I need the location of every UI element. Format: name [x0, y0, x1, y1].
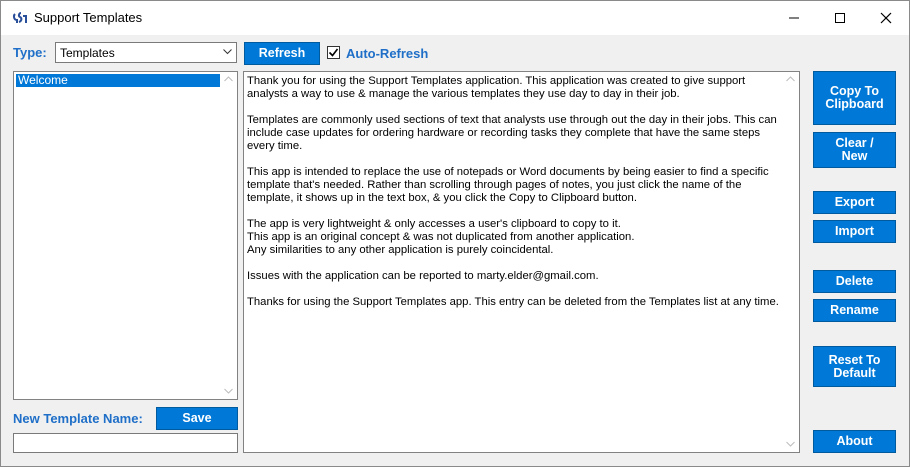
- close-icon: [880, 12, 892, 24]
- close-button[interactable]: [863, 1, 909, 35]
- template-text-box[interactable]: Thank you for using the Support Template…: [243, 71, 800, 453]
- copy-to-clipboard-button[interactable]: Copy To Clipboard: [813, 71, 896, 125]
- scroll-up-icon[interactable]: [224, 76, 233, 82]
- clear-new-button[interactable]: Clear / New: [813, 132, 896, 168]
- new-template-name-input[interactable]: [13, 433, 238, 453]
- app-window: Support Templates Type: Templates Refres…: [0, 0, 910, 467]
- export-button[interactable]: Export: [813, 191, 896, 214]
- reset-to-default-button[interactable]: Reset To Default: [813, 346, 896, 387]
- scroll-up-icon[interactable]: [786, 76, 795, 82]
- template-text-content[interactable]: Thank you for using the Support Template…: [247, 75, 779, 322]
- delete-button[interactable]: Delete: [813, 270, 896, 293]
- minimize-icon: [789, 17, 799, 19]
- save-button[interactable]: Save: [156, 407, 238, 430]
- minimize-button[interactable]: [771, 1, 817, 35]
- template-paragraph: Thank you for using the Support Template…: [247, 75, 746, 100]
- templates-list[interactable]: Welcome: [13, 71, 238, 400]
- template-text-scrollbar[interactable]: [782, 72, 799, 452]
- rename-button[interactable]: Rename: [813, 299, 896, 322]
- scroll-down-icon[interactable]: [224, 388, 233, 394]
- template-paragraph: Thanks for using the Support Templates a…: [247, 296, 779, 308]
- template-paragraph: Templates are commonly used sections of …: [247, 114, 777, 152]
- checkmark-icon: [328, 48, 339, 57]
- auto-refresh-label[interactable]: Auto-Refresh: [346, 46, 428, 61]
- title-bar[interactable]: Support Templates: [1, 1, 909, 35]
- template-paragraph: The app is very lightweight & only acces…: [247, 218, 635, 256]
- auto-refresh-checkbox[interactable]: [327, 46, 340, 59]
- refresh-button[interactable]: Refresh: [244, 42, 320, 65]
- type-dropdown[interactable]: Templates: [55, 42, 237, 63]
- template-paragraph: This app is intended to replace the use …: [247, 166, 769, 204]
- import-button[interactable]: Import: [813, 220, 896, 243]
- list-item[interactable]: Welcome: [15, 73, 222, 88]
- type-dropdown-value: Templates: [60, 46, 115, 60]
- scroll-down-icon[interactable]: [786, 441, 795, 447]
- maximize-button[interactable]: [817, 1, 863, 35]
- window-title: Support Templates: [34, 10, 143, 25]
- app-logo-icon: [12, 12, 27, 23]
- templates-list-scrollbar[interactable]: [220, 72, 237, 399]
- type-label: Type:: [13, 45, 47, 60]
- chevron-down-icon: [223, 49, 232, 55]
- template-paragraph: Issues with the application can be repor…: [247, 270, 599, 282]
- new-template-name-label: New Template Name:: [13, 411, 143, 426]
- maximize-icon: [835, 13, 845, 23]
- about-button[interactable]: About: [813, 430, 896, 453]
